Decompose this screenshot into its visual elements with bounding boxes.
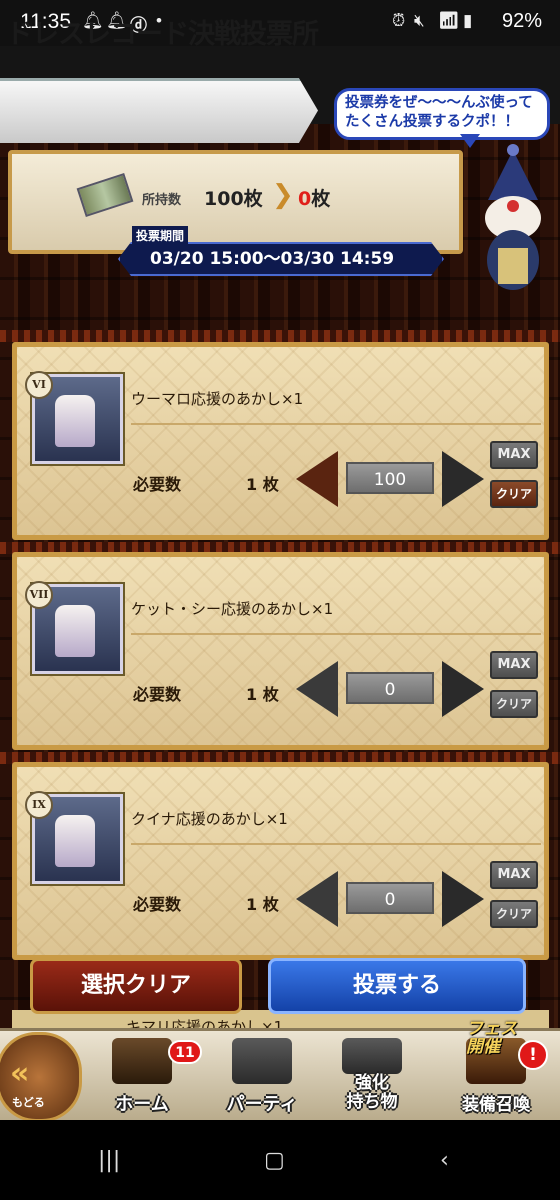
series-emblem: VI (25, 371, 53, 399)
remaining-unit: 枚 (311, 188, 331, 210)
character-sprite (55, 605, 95, 657)
character-sprite (55, 395, 95, 447)
increment-arrow-button[interactable] (442, 661, 484, 717)
divider (131, 633, 541, 635)
wifi-icon: 📶︎ (438, 11, 460, 30)
required-label: 必要数 (133, 685, 182, 704)
decrement-arrow-button[interactable] (296, 661, 338, 717)
battery-percentage: 92% (501, 10, 542, 32)
nav-summon-label: 装備召喚 (462, 1095, 530, 1115)
fes-badge: フェス 開催 (466, 1019, 517, 1057)
remaining-count: 0枚 (298, 184, 330, 211)
series-emblem: VII (25, 581, 53, 609)
vote-item-card: VI ウーマロ応援のあかし×1 必要数 1 枚 100 MAX クリア (12, 342, 549, 540)
period-text: 03/20 15:00〜03/30 14:59 (150, 249, 395, 269)
double-chevron-left-icon: « (10, 1056, 30, 1091)
recent-apps-icon[interactable]: ||| (98, 1148, 120, 1173)
clear-selection-button[interactable]: 選択クリア (30, 958, 242, 1014)
clear-button[interactable]: クリア (490, 900, 538, 928)
vote-count-field[interactable]: 0 (346, 882, 434, 914)
max-button[interactable]: MAX (490, 861, 538, 889)
required-label: 必要数 (133, 475, 182, 494)
own-label: 所持数 (142, 193, 182, 208)
decrement-arrow-button[interactable] (296, 451, 338, 507)
clear-button[interactable]: クリア (490, 480, 538, 508)
max-button[interactable]: MAX (490, 441, 538, 469)
clear-button[interactable]: クリア (490, 690, 538, 718)
remaining-value: 0 (298, 188, 312, 210)
moogle-speech-bubble: 投票券をぜ〜〜〜んぶ使って たくさん投票するクポ！！ (334, 88, 550, 140)
divider-band (0, 330, 560, 342)
summon-alert-badge: ! (518, 1040, 548, 1070)
back-label: もどる (12, 1096, 45, 1109)
increment-arrow-button[interactable] (442, 871, 484, 927)
chevron-right-icon: ❯ (272, 180, 294, 210)
title-banner (0, 78, 318, 143)
mute-icon: 🔇︎ (414, 11, 425, 30)
nav-party-label: パーティ (226, 1094, 298, 1115)
series-emblem: IX (25, 791, 53, 819)
home-badge: 11 (168, 1040, 202, 1064)
vote-count-field[interactable]: 0 (346, 672, 434, 704)
period-label: 投票期間 (132, 226, 189, 245)
vote-item-card: IX クイナ応援のあかし×1 必要数 1 枚 0 MAX クリア (12, 762, 549, 960)
nav-items-label: 強化 持ち物 (346, 1073, 398, 1112)
chess-pieces-icon (232, 1038, 292, 1084)
divider (131, 423, 541, 425)
decrement-arrow-button[interactable] (296, 871, 338, 927)
required-label: 必要数 (133, 895, 182, 914)
home-book-icon (112, 1038, 172, 1084)
back-icon[interactable]: ‹ (440, 1148, 449, 1173)
vote-item-card: VII ケット・シー応援のあかし×1 必要数 1 枚 0 MAX クリア (12, 552, 549, 750)
required-quantity: 1 枚 (246, 475, 279, 494)
nav-items[interactable]: 強化 持ち物 (322, 1034, 422, 1118)
character-sprite (55, 815, 95, 867)
item-name: クイナ応援のあかし×1 (131, 810, 288, 828)
vote-count-field[interactable]: 100 (346, 462, 434, 494)
item-name: ケット・シー応援のあかし×1 (131, 600, 334, 618)
required-quantity: 1 枚 (246, 685, 279, 704)
max-button[interactable]: MAX (490, 651, 538, 679)
nav-home-label: ホーム (115, 1094, 169, 1115)
alarm-icon: ⏰︎ (392, 11, 406, 30)
divider (131, 843, 541, 845)
own-count: 100枚 (204, 188, 263, 210)
nav-party[interactable]: パーティ (212, 1034, 312, 1118)
moogle-mascot-icon (485, 144, 541, 290)
vote-button[interactable]: 投票する (268, 958, 526, 1014)
increment-arrow-button[interactable] (442, 451, 484, 507)
required-quantity: 1 枚 (246, 895, 279, 914)
item-name: ウーマロ応援のあかし×1 (131, 390, 304, 408)
page-title: ドレスレコード決戦投票所 (6, 19, 319, 50)
anvil-icon (342, 1038, 402, 1074)
home-icon[interactable]: ▢ (264, 1148, 285, 1173)
signal-icon: ▮ (463, 11, 473, 30)
